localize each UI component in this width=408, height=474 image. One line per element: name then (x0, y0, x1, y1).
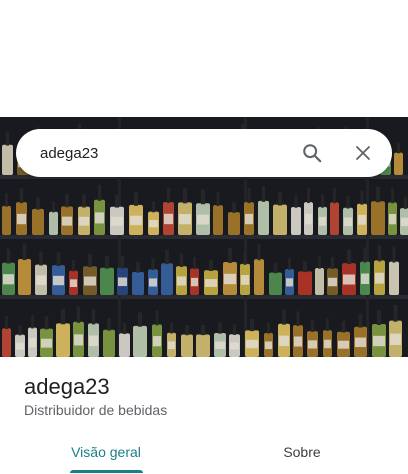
tab-overview[interactable]: Visão geral (54, 430, 158, 474)
search-bar: adega23 (16, 129, 392, 177)
close-icon[interactable] (348, 138, 378, 168)
place-tabs: Visão geral Sobre (0, 430, 408, 474)
search-input[interactable]: adega23 (40, 145, 297, 162)
place-name: adega23 (24, 374, 110, 399)
tab-about[interactable]: Sobre (254, 430, 350, 474)
active-tab-indicator (70, 470, 143, 473)
place-category[interactable]: Distribuidor de bebidas (24, 402, 167, 418)
place-details-page: adega23 adega23 Distribuidor de bebidas … (0, 0, 408, 474)
search-icon[interactable] (297, 138, 327, 168)
